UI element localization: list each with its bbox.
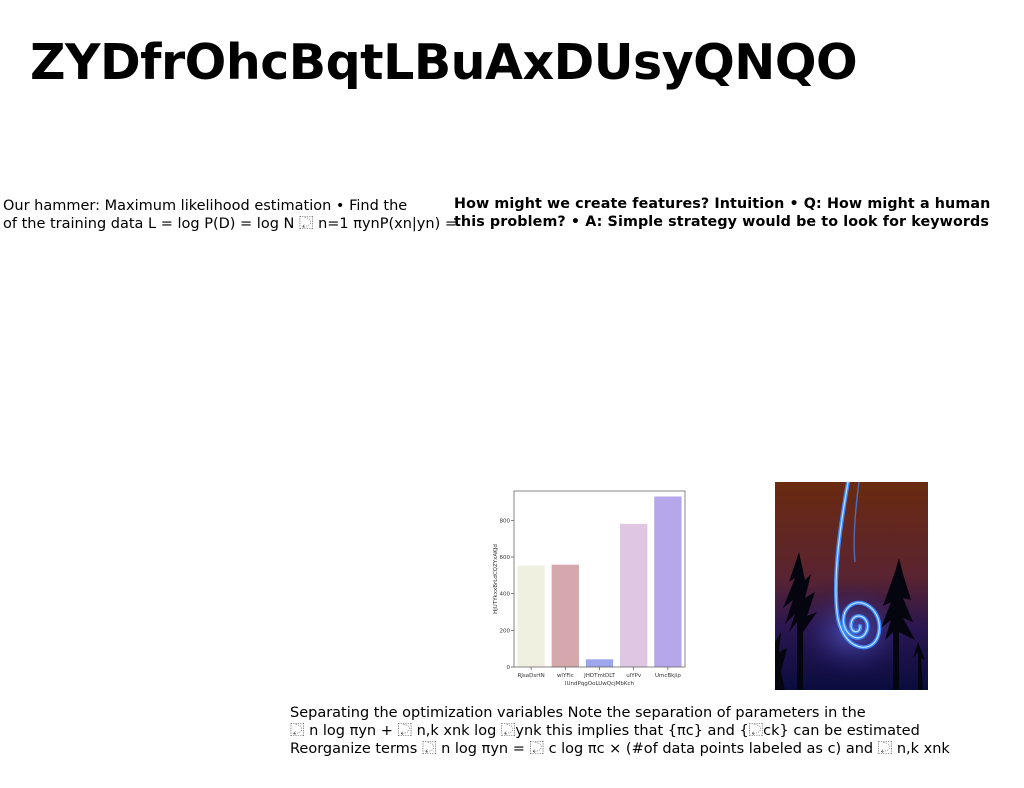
x-tick-label: UmcBkjip xyxy=(655,673,681,679)
x-tick-label: RJsaDsrtN xyxy=(517,673,544,679)
y-tick-label: 800 xyxy=(500,518,511,524)
text-line: Reorganize terms ⿿ n log πyn = ⿿ c log π… xyxy=(290,741,950,757)
page-title: ZYDfrOhcBqtLBuAxDUsyQNQO xyxy=(30,34,858,91)
text-block-features: How might we create features? Intuition … xyxy=(454,195,990,231)
text-line: of the training data L = log P(D) = log … xyxy=(3,216,457,232)
x-axis-label: lUndPqgOoLUwQcjMbKch xyxy=(565,681,635,687)
text-line: How might we create features? Intuition … xyxy=(454,196,991,212)
bar-chart-svg: RJsaDsrtN wlYFic JHDTmtDLT ulYPv UmcBkjip 0 20… xyxy=(493,490,686,687)
text-block-separation: Separating the optimization variables No… xyxy=(290,704,950,758)
text-line: Separating the optimization variables No… xyxy=(290,705,866,721)
bar xyxy=(620,523,648,667)
text-line: this problem? • A: Simple strategy would… xyxy=(454,214,989,230)
y-tick-label: 0 xyxy=(507,665,511,671)
bar xyxy=(585,659,614,667)
text-line: Our hammer: Maximum likelihood estimatio… xyxy=(3,198,408,214)
x-tick-label: JHDTmtDLT xyxy=(583,673,615,679)
text-line: ⿿ n log πyn + ⿿ n,k xnk log ⿿ynk this im… xyxy=(290,723,920,739)
light-painting-photo xyxy=(775,482,928,690)
text-block-mle: Our hammer: Maximum likelihood estimatio… xyxy=(3,197,457,233)
bar-chart: RJsaDsrtN wlYFic JHDTmtDLT ulYPv UmcBkjip 0 20… xyxy=(490,486,690,690)
bar xyxy=(517,565,545,667)
y-tick-label: 600 xyxy=(500,555,511,561)
x-tick-label: wlYFic xyxy=(557,673,574,679)
y-tick-label: 200 xyxy=(500,628,511,634)
bar xyxy=(654,496,682,667)
y-tick-label: 400 xyxy=(500,592,511,598)
x-tick-label: ulYPv xyxy=(626,673,642,679)
y-axis-label: HjUTYkxxBrLdCQZYxAKJd xyxy=(493,544,499,614)
light-painting-spiral-photo xyxy=(775,482,928,690)
bar xyxy=(551,564,579,667)
